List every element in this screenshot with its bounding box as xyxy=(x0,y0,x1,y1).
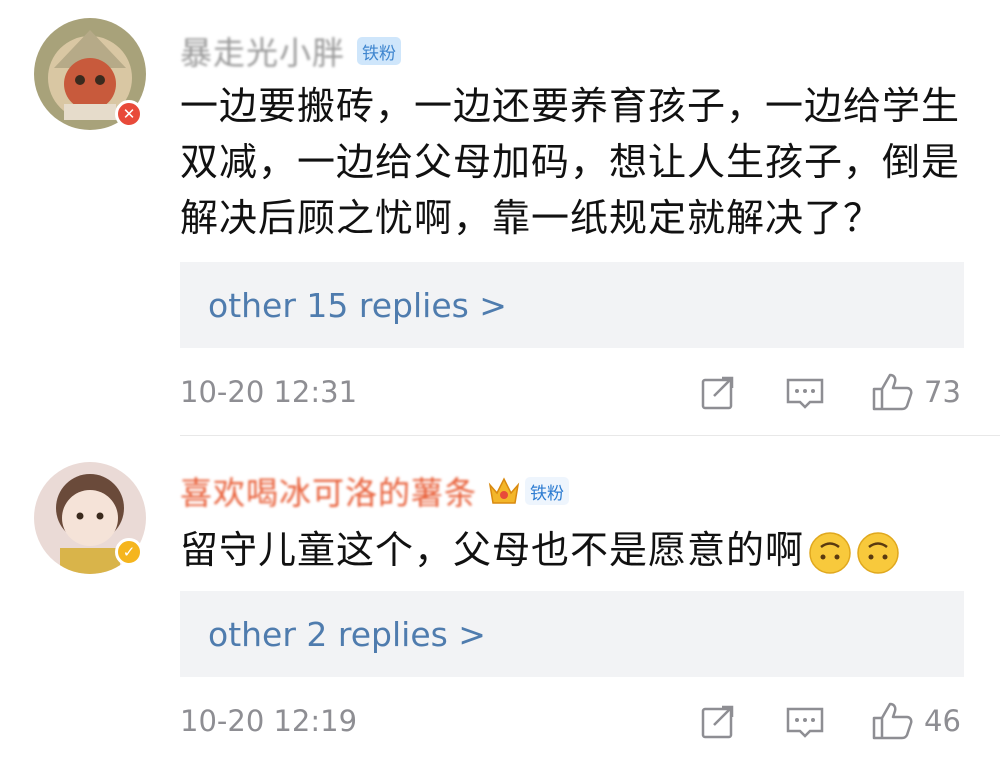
comment-icon xyxy=(786,378,824,409)
repost-icon xyxy=(701,376,734,410)
repost-icon xyxy=(701,705,734,739)
fan-badge: 铁粉 xyxy=(525,477,570,505)
like-button[interactable]: 73 xyxy=(870,370,961,414)
timestamp: 10-20 12:31 xyxy=(180,375,358,409)
timestamp: 10-20 12:19 xyxy=(180,704,358,738)
verified-badge-icon: ✕ xyxy=(115,100,143,128)
view-replies-button[interactable]: other 2 replies > xyxy=(180,591,964,677)
like-count: 46 xyxy=(924,704,961,738)
comment-line: 一边要搬砖，一边还要养育孩子，一边给学生 xyxy=(180,84,961,128)
comment-text: 一边要搬砖，一边还要养育孩子，一边给学生 双减，一边给父母加码，想让人生孩子，倒… xyxy=(180,78,980,246)
upside-down-face-icon xyxy=(809,531,851,574)
repost-button[interactable] xyxy=(698,699,738,743)
thumbs-up-icon xyxy=(872,373,913,411)
username[interactable]: 喜欢喝冰可洛的薯条 xyxy=(180,468,477,514)
comment-item: ✓ 喜欢喝冰可洛的薯条 铁粉 留守儿童这个，父母也不是愿意的啊 other 2 … xyxy=(0,436,1000,766)
view-replies-label: other 15 replies > xyxy=(208,285,507,325)
upside-down-face-icon xyxy=(857,531,899,574)
comment-meta: 10-20 12:31 73 xyxy=(180,370,964,414)
view-replies-label: other 2 replies > xyxy=(208,614,486,654)
like-button[interactable]: 46 xyxy=(870,699,961,743)
comment-line: 解决后顾之忧啊，靠一纸规定就解决了？ xyxy=(180,196,883,240)
comment-icon xyxy=(786,707,824,738)
comment-line: 留守儿童这个，父母也不是愿意的啊 xyxy=(180,528,805,572)
thumbs-up-icon xyxy=(872,702,913,740)
fan-badge: 铁粉 xyxy=(357,37,402,65)
username[interactable]: 暴走光小胖 xyxy=(180,28,345,74)
crown-icon xyxy=(488,477,520,504)
comment-button[interactable] xyxy=(784,699,826,743)
comment-item: ✕ 暴走光小胖 铁粉 一边要搬砖，一边还要养育孩子，一边给学生 双减，一边给父母… xyxy=(0,0,1000,436)
comment-meta: 10-20 12:19 46 xyxy=(180,699,964,743)
like-count: 73 xyxy=(924,375,961,409)
comment-text: 留守儿童这个，父母也不是愿意的啊 xyxy=(180,522,980,578)
comment-button[interactable] xyxy=(784,370,826,414)
view-replies-button[interactable]: other 15 replies > xyxy=(180,262,964,348)
verified-badge-icon: ✓ xyxy=(115,538,143,566)
repost-button[interactable] xyxy=(698,370,738,414)
comment-line: 双减，一边给父母加码，想让人生孩子，倒是 xyxy=(180,140,961,184)
